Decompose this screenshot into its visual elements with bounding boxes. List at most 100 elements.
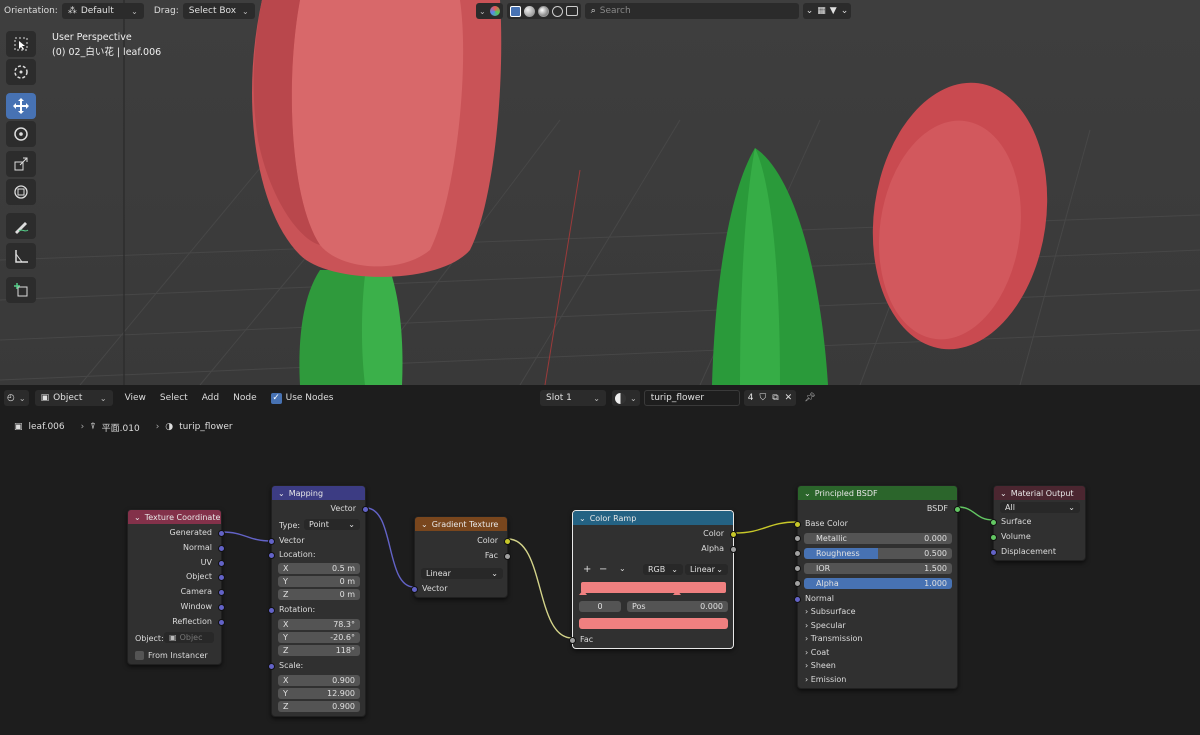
socket-vector-in[interactable] [268, 538, 275, 545]
add-cube-tool[interactable] [6, 277, 36, 303]
stop-index-field[interactable]: 0 [579, 601, 621, 612]
socket-object[interactable] [218, 574, 225, 581]
close-icon[interactable]: ✕ [785, 393, 793, 403]
remove-stop-button[interactable]: − [599, 564, 607, 575]
move-tool[interactable] [6, 93, 36, 119]
menu-node[interactable]: Node [233, 393, 257, 403]
drag-dropdown[interactable]: Select Box ⌄ [182, 3, 255, 19]
socket-color-out[interactable] [504, 538, 511, 545]
object-picker[interactable]: ▣ Objec [164, 632, 214, 643]
socket-ior[interactable] [794, 565, 801, 572]
overlay-toggle[interactable]: ⌄ [476, 3, 503, 19]
socket-window[interactable] [218, 604, 225, 611]
principled-bsdf-node[interactable]: ⌄ Principled BSDF BSDF Base Color Metall… [794, 485, 961, 689]
location-x-field[interactable]: X 0.5 m [278, 563, 360, 574]
material-browse[interactable]: ⌄ [612, 390, 640, 406]
socket-roughness[interactable] [794, 550, 801, 557]
scale-y-field[interactable]: Y 12.900 [278, 688, 360, 699]
orientation-dropdown[interactable]: ⁂ Default ⌄ [61, 3, 144, 19]
gradient-texture-node[interactable]: ⌄ Gradient Texture Color Fac Linear ⌄ Ve… [411, 516, 511, 598]
socket-vector-in[interactable] [411, 586, 418, 593]
target-dropdown[interactable]: All ⌄ [1000, 502, 1080, 513]
scale-z-field[interactable]: Z 0.900 [278, 701, 360, 712]
node-header[interactable]: ⌄ Color Ramp [573, 511, 733, 525]
ior-field[interactable]: IOR 1.500 [804, 563, 952, 574]
node-header[interactable]: ⌄ Mapping [272, 486, 365, 500]
editor-type-dropdown[interactable]: ◴ ⌄ [4, 390, 29, 406]
cursor-tool[interactable] [6, 59, 36, 85]
solid-mode-icon[interactable] [509, 5, 521, 17]
socket-base-color[interactable] [794, 521, 801, 528]
socket-rotation[interactable] [268, 607, 275, 614]
node-header[interactable]: ⌄ Principled BSDF [798, 486, 957, 500]
solid-shading-icon[interactable] [523, 5, 535, 17]
stop-color-swatch[interactable] [579, 618, 728, 629]
pin-icon[interactable]: 📌︎ [804, 393, 815, 403]
socket-normal[interactable] [218, 545, 225, 552]
mapping-node[interactable]: ⌄ Mapping Vector Type: Point ⌄ Vector Lo… [268, 485, 369, 717]
panel-sheen[interactable]: › Sheen [805, 661, 836, 670]
panel-subsurface[interactable]: › Subsurface [805, 607, 856, 616]
location-y-field[interactable]: Y 0 m [278, 576, 360, 587]
location-z-field[interactable]: Z 0 m [278, 589, 360, 600]
rotation-z-field[interactable]: Z 118° [278, 645, 360, 656]
socket-fac-in[interactable] [569, 637, 576, 644]
select-box-tool[interactable] [6, 31, 36, 57]
material-output-node[interactable]: ⌄ Material Output All ⌄ Surface Volume D… [990, 485, 1086, 561]
use-nodes-toggle[interactable]: ✓ Use Nodes [270, 392, 333, 404]
scale-x-field[interactable]: X 0.900 [278, 675, 360, 686]
socket-normal[interactable] [794, 596, 801, 603]
user-count[interactable]: 4 [748, 393, 754, 403]
node-header[interactable]: ⌄ Texture Coordinate [128, 510, 221, 524]
ramp-stop-handle[interactable] [673, 590, 681, 595]
annotate-tool[interactable] [6, 213, 36, 239]
scale-tool[interactable] [6, 151, 36, 177]
socket-location[interactable] [268, 552, 275, 559]
rendered-icon[interactable] [551, 5, 563, 17]
socket-volume[interactable] [990, 534, 997, 541]
color-mode-dropdown[interactable]: RGB ⌄ [643, 564, 683, 575]
metallic-field[interactable]: Metallic 0.000 [804, 533, 952, 544]
panel-emission[interactable]: › Emission [805, 675, 846, 684]
socket-vector-out[interactable] [362, 506, 369, 513]
interpolation-dropdown[interactable]: Linear ⌄ [685, 564, 728, 575]
shader-editor[interactable]: ◴ ⌄ ▣ Object ⌄ View Select Add Node ✓ Use… [0, 385, 1200, 735]
duplicate-icon[interactable]: ⧉ [772, 393, 778, 403]
roughness-field[interactable]: Roughness 0.500 [804, 548, 952, 559]
from-instancer-checkbox[interactable]: From Instancer [135, 651, 208, 660]
texture-coordinate-node[interactable]: ⌄ Texture Coordinate Generated Normal UV… [127, 509, 225, 665]
panel-transmission[interactable]: › Transmission [805, 634, 862, 643]
socket-reflection[interactable] [218, 619, 225, 626]
filter-toggles[interactable]: ⌄ ▦ ▼ ⌄ [802, 3, 852, 19]
material-preview-icon[interactable] [537, 5, 549, 17]
material-name-field[interactable]: turip_flower [643, 390, 740, 406]
search-field[interactable]: ⌕ Search [584, 3, 799, 19]
socket-uv[interactable] [218, 560, 225, 567]
socket-color-out[interactable] [730, 531, 737, 538]
type-dropdown[interactable]: Point ⌄ [304, 519, 360, 530]
fake-user-shield-icon[interactable]: ⛉ [759, 393, 766, 403]
alpha-field[interactable]: Alpha 1.000 [804, 578, 952, 589]
ramp-gradient-bar[interactable] [581, 582, 726, 593]
socket-alpha-out[interactable] [730, 546, 737, 553]
socket-displacement[interactable] [990, 549, 997, 556]
panel-specular[interactable]: › Specular [805, 621, 846, 630]
node-header[interactable]: ⌄ Gradient Texture [415, 517, 507, 531]
socket-metallic[interactable] [794, 535, 801, 542]
node-header[interactable]: ⌄ Material Output [994, 486, 1085, 500]
slot-dropdown[interactable]: Slot 1 ⌄ [540, 390, 606, 406]
viewport-layout-icon[interactable] [565, 6, 578, 16]
3d-viewport[interactable]: Orientation: ⁂ Default ⌄ Drag: Select Bo… [0, 0, 1200, 385]
add-stop-button[interactable]: + [583, 564, 591, 575]
socket-generated[interactable] [218, 530, 225, 537]
ramp-stop-handle[interactable] [579, 590, 587, 595]
measure-tool[interactable] [6, 243, 36, 269]
menu-add[interactable]: Add [202, 393, 219, 403]
menu-select[interactable]: Select [160, 393, 188, 403]
socket-bsdf-out[interactable] [954, 506, 961, 513]
socket-camera[interactable] [218, 589, 225, 596]
socket-alpha[interactable] [794, 580, 801, 587]
rotate-tool[interactable] [6, 121, 36, 147]
menu-view[interactable]: View [125, 393, 146, 403]
shader-type-dropdown[interactable]: ▣ Object ⌄ [34, 390, 113, 406]
